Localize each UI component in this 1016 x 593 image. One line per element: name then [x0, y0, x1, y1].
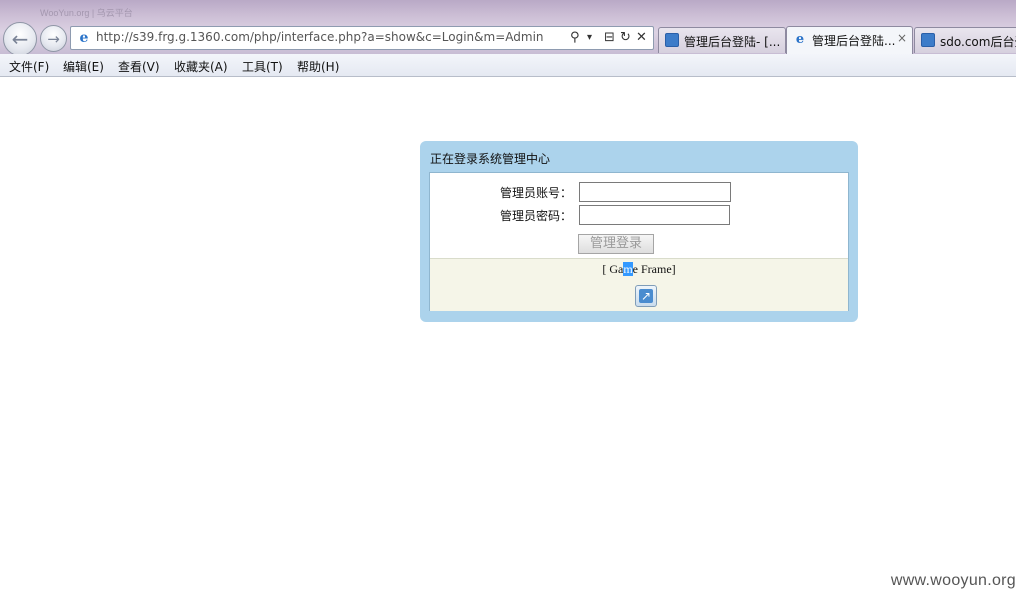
login-button[interactable]: 管理登录: [578, 234, 654, 254]
tab-label: 管理后台登陆...: [812, 34, 896, 48]
browser-titlebar: WooYun.org | 乌云平台 ← → e http://s39.frg.g…: [0, 0, 1016, 56]
ie-icon: e: [79, 30, 89, 46]
username-input[interactable]: [579, 182, 731, 202]
back-button[interactable]: ←: [3, 22, 37, 56]
menu-tools[interactable]: 工具(T): [242, 58, 283, 75]
external-link-icon[interactable]: ↗: [635, 285, 657, 307]
game-frame-link[interactable]: [ Game Frame]: [430, 262, 848, 277]
menu-view[interactable]: 查看(V): [118, 58, 160, 75]
search-icon: [665, 33, 679, 47]
watermark: www.wooyun.org: [890, 572, 1016, 589]
tab-admin-login-2[interactable]: e 管理后台登陆... ×: [786, 26, 913, 54]
refresh-icon[interactable]: ↻: [620, 29, 631, 47]
login-panel: 正在登录系统管理中心 管理员账号： 管理员密码： 管理登录 [ Game Fra…: [420, 141, 858, 322]
search-icon: [921, 33, 935, 47]
compatibility-view-icon[interactable]: ⊟: [604, 29, 615, 47]
panel-title: 正在登录系统管理中心: [430, 152, 551, 166]
menu-edit[interactable]: 编辑(E): [63, 58, 104, 75]
window-title: WooYun.org | 乌云平台: [40, 8, 133, 18]
forward-button[interactable]: →: [40, 25, 67, 52]
search-icon[interactable]: ⚲: [570, 29, 580, 47]
menu-file[interactable]: 文件(F): [9, 58, 49, 75]
login-form: 管理员账号： 管理员密码： 管理登录 [ Game Frame] ↗: [429, 172, 849, 311]
menu-help[interactable]: 帮助(H): [297, 58, 339, 75]
arrow-left-icon: ←: [11, 27, 29, 51]
game-frame-band: [ Game Frame] ↗: [430, 258, 848, 311]
tab-admin-login-1[interactable]: 管理后台登陆- [...: [658, 27, 786, 53]
menu-favorites[interactable]: 收藏夹(A): [174, 58, 228, 75]
dropdown-icon[interactable]: ▾: [587, 29, 592, 47]
address-bar[interactable]: e http://s39.frg.g.1360.com/php/interfac…: [70, 26, 654, 50]
menu-bar: 文件(F) 编辑(E) 查看(V) 收藏夹(A) 工具(T) 帮助(H): [0, 54, 1016, 77]
ie-icon: e: [795, 32, 805, 47]
close-icon[interactable]: ×: [897, 31, 907, 45]
tab-label: 管理后台登陆- [...: [684, 35, 781, 49]
username-label: 管理员账号：: [499, 186, 572, 200]
stop-icon[interactable]: ✕: [636, 29, 647, 47]
tab-label: sdo.com后台登: [940, 35, 1016, 49]
tab-sdo-login[interactable]: sdo.com后台登: [914, 27, 1016, 53]
arrow-right-icon: →: [47, 29, 60, 48]
password-input[interactable]: [579, 205, 730, 225]
password-label: 管理员密码：: [499, 209, 572, 223]
url-text[interactable]: http://s39.frg.g.1360.com/php/interface.…: [96, 30, 544, 44]
